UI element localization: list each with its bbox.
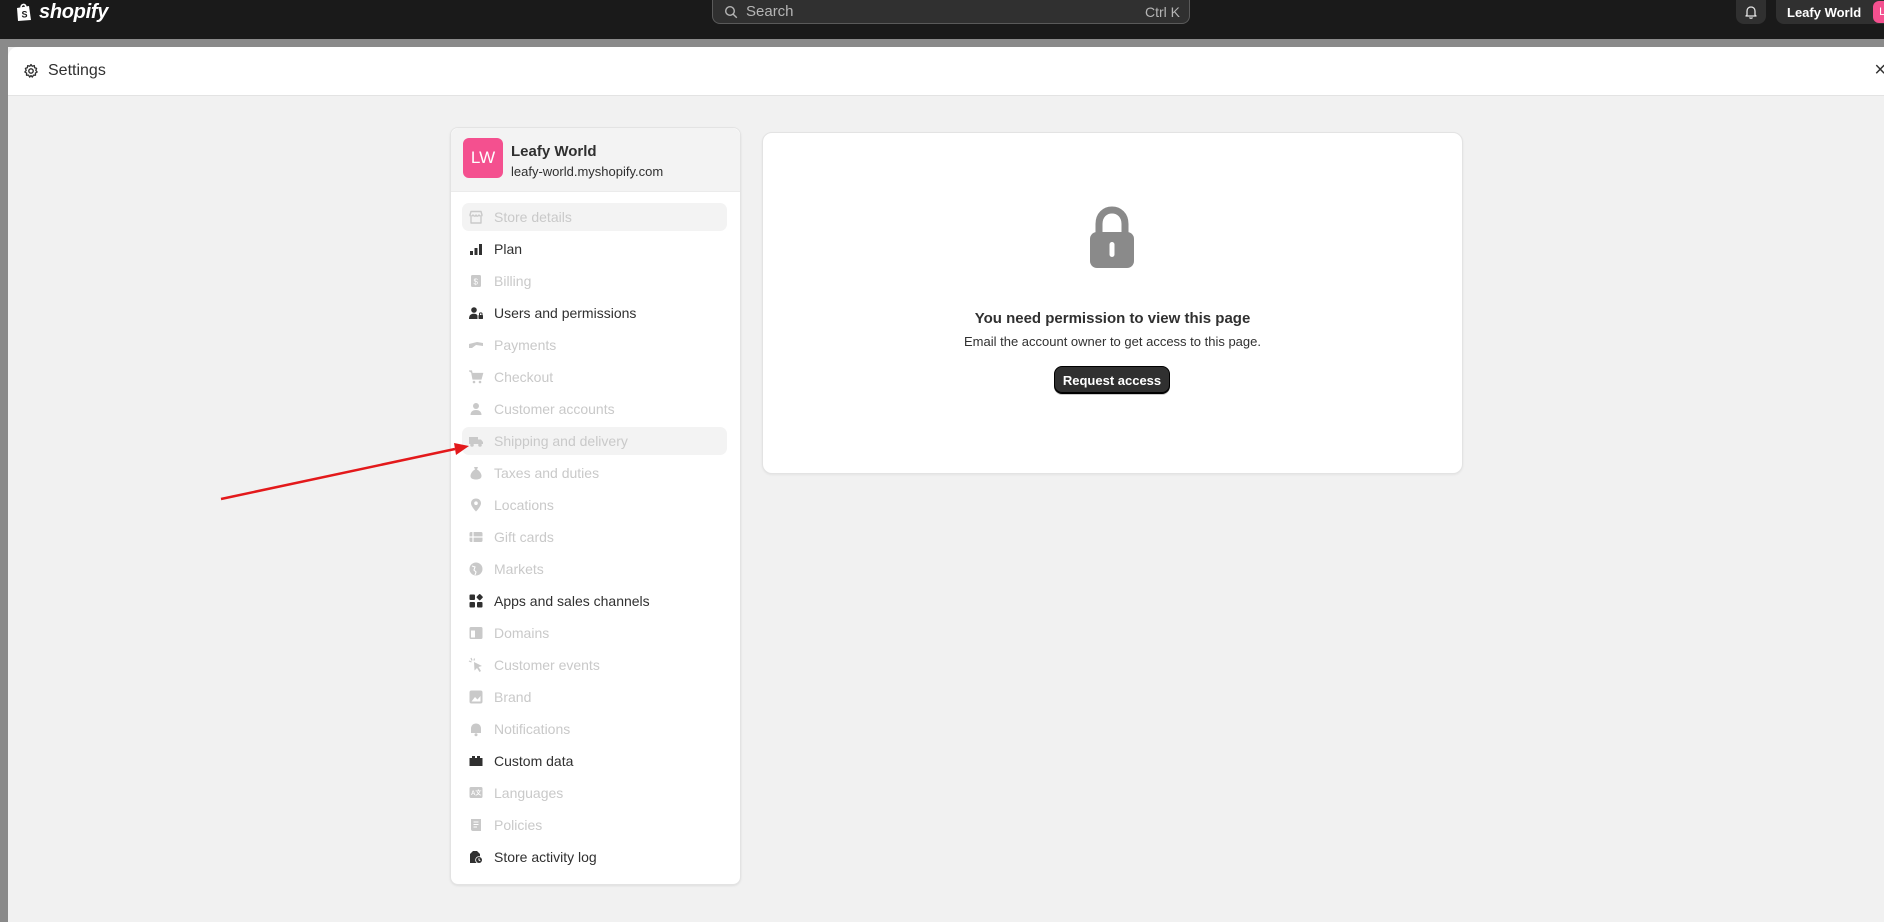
nav-item-label: Taxes and duties xyxy=(494,465,600,481)
svg-text:$: $ xyxy=(474,278,479,287)
nav-item-gift-cards[interactable]: Gift cards xyxy=(462,523,727,551)
nav-item-label: Brand xyxy=(494,689,532,705)
nav-item-plan[interactable]: Plan xyxy=(462,235,727,263)
nav-item-store-details[interactable]: Store details xyxy=(462,203,727,231)
logo-text: shopify xyxy=(39,1,109,23)
store-avatar: LW xyxy=(463,138,503,178)
nav-item-markets[interactable]: Markets xyxy=(462,555,727,583)
store-header[interactable]: LW Leafy World leafy-world.myshopify.com xyxy=(451,128,740,192)
nav-item-label: Billing xyxy=(494,273,532,289)
nav-item-custom-data[interactable]: Custom data xyxy=(462,747,727,775)
gear-icon xyxy=(24,63,38,78)
lock-icon xyxy=(1090,206,1134,268)
nav-item-label: Payments xyxy=(494,337,557,353)
store-domain: leafy-world.myshopify.com xyxy=(511,164,664,179)
policies-icon xyxy=(471,819,481,831)
nav-item-locations[interactable]: Locations xyxy=(462,491,727,519)
domains-icon xyxy=(469,627,483,639)
nav-item-customer-events[interactable]: Customer events xyxy=(462,651,727,679)
notifications-button[interactable] xyxy=(1736,0,1766,24)
brand-icon xyxy=(469,690,483,704)
request-access-button[interactable]: Request access xyxy=(1054,366,1170,394)
shopify-logo[interactable]: S shopify xyxy=(14,0,108,24)
svg-text:S: S xyxy=(22,10,28,20)
nav-item-checkout[interactable]: Checkout xyxy=(462,363,727,391)
nav-item-store-activity-log[interactable]: Store activity log xyxy=(462,843,727,871)
payments-icon xyxy=(469,342,483,348)
store-name: Leafy World xyxy=(511,143,597,160)
cursor-icon xyxy=(468,657,482,672)
nav-item-billing[interactable]: $ Billing xyxy=(462,267,727,295)
bell-icon xyxy=(471,723,481,737)
close-button[interactable]: × xyxy=(1874,60,1884,80)
nav-item-label: Customer accounts xyxy=(494,401,615,417)
search-icon xyxy=(724,5,738,18)
languages-icon: A文 xyxy=(469,787,483,798)
modal-header: Settings × xyxy=(8,47,1884,96)
nav-item-label: Checkout xyxy=(494,369,554,385)
permission-card: You need permission to view this page Em… xyxy=(762,132,1463,474)
account-avatar: LW xyxy=(1873,1,1884,23)
cart-icon xyxy=(469,370,484,384)
nav-item-customer-accounts[interactable]: Customer accounts xyxy=(462,395,727,423)
location-icon xyxy=(471,498,481,512)
apps-icon xyxy=(469,594,483,608)
nav-item-label: Apps and sales channels xyxy=(494,593,650,609)
search-placeholder: Search xyxy=(746,3,794,20)
settings-modal: Settings × LW Leafy World leafy-world.my… xyxy=(8,47,1884,922)
users-icon xyxy=(469,307,483,319)
nav-item-users-and-permissions[interactable]: Users and permissions xyxy=(462,299,727,327)
nav-item-brand[interactable]: Brand xyxy=(462,683,727,711)
nav-item-label: Users and permissions xyxy=(494,305,637,321)
permission-subtitle: Email the account owner to get access to… xyxy=(963,334,1261,349)
nav-item-shipping-and-delivery[interactable]: Shipping and delivery xyxy=(462,427,727,455)
person-icon xyxy=(470,403,482,415)
nav-item-label: Gift cards xyxy=(494,529,554,545)
billing-icon: $ xyxy=(471,275,481,287)
nav-item-domains[interactable]: Domains xyxy=(462,619,727,647)
bell-icon xyxy=(1745,6,1757,19)
plan-icon xyxy=(470,244,482,255)
nav-item-payments[interactable]: Payments xyxy=(462,331,727,359)
search-shortcut: Ctrl K xyxy=(1145,3,1180,20)
backdrop-left xyxy=(0,39,8,922)
nav-item-languages[interactable]: A文 Languages xyxy=(462,779,727,807)
custom-data-icon xyxy=(469,756,483,766)
globe-icon xyxy=(469,562,483,576)
nav-item-notifications[interactable]: Notifications xyxy=(462,715,727,743)
nav-item-taxes-and-duties[interactable]: Taxes and duties xyxy=(462,459,727,487)
nav-item-label: Policies xyxy=(494,817,543,833)
account-name: Leafy World xyxy=(1787,4,1862,20)
nav-item-apps-and-sales-channels[interactable]: Apps and sales channels xyxy=(462,587,727,615)
nav-item-label: Store details xyxy=(494,209,572,225)
nav-item-label: Shipping and delivery xyxy=(494,433,628,449)
search-bar[interactable]: Search Ctrl K xyxy=(712,0,1190,24)
backdrop-top xyxy=(0,39,1884,47)
nav-item-label: Plan xyxy=(494,241,523,257)
settings-nav-list: Store details Plan $ Billing Users and p… xyxy=(462,203,727,875)
nav-item-label: Custom data xyxy=(494,753,574,769)
permission-title: You need permission to view this page xyxy=(974,310,1251,327)
store-icon xyxy=(469,210,483,224)
shopify-bag-icon: S xyxy=(17,3,31,21)
nav-item-label: Customer events xyxy=(494,657,600,673)
nav-item-label: Locations xyxy=(494,497,554,513)
nav-item-label: Languages xyxy=(494,785,564,801)
settings-nav: LW Leafy World leafy-world.myshopify.com… xyxy=(450,127,741,885)
nav-item-label: Notifications xyxy=(494,721,571,737)
account-menu[interactable]: Leafy World LW xyxy=(1776,0,1884,24)
nav-item-label: Store activity log xyxy=(494,849,597,865)
truck-icon xyxy=(469,437,483,447)
taxes-icon xyxy=(470,467,482,480)
nav-item-policies[interactable]: Policies xyxy=(462,811,727,839)
nav-item-label: Markets xyxy=(494,561,544,577)
activity-log-icon xyxy=(470,851,483,864)
modal-title: Settings xyxy=(48,62,106,79)
gift-card-icon xyxy=(469,532,483,542)
nav-item-label: Domains xyxy=(494,625,550,641)
top-bar: S shopify Search Ctrl K Leafy World LW xyxy=(0,0,1884,39)
svg-text:A文: A文 xyxy=(471,789,482,797)
